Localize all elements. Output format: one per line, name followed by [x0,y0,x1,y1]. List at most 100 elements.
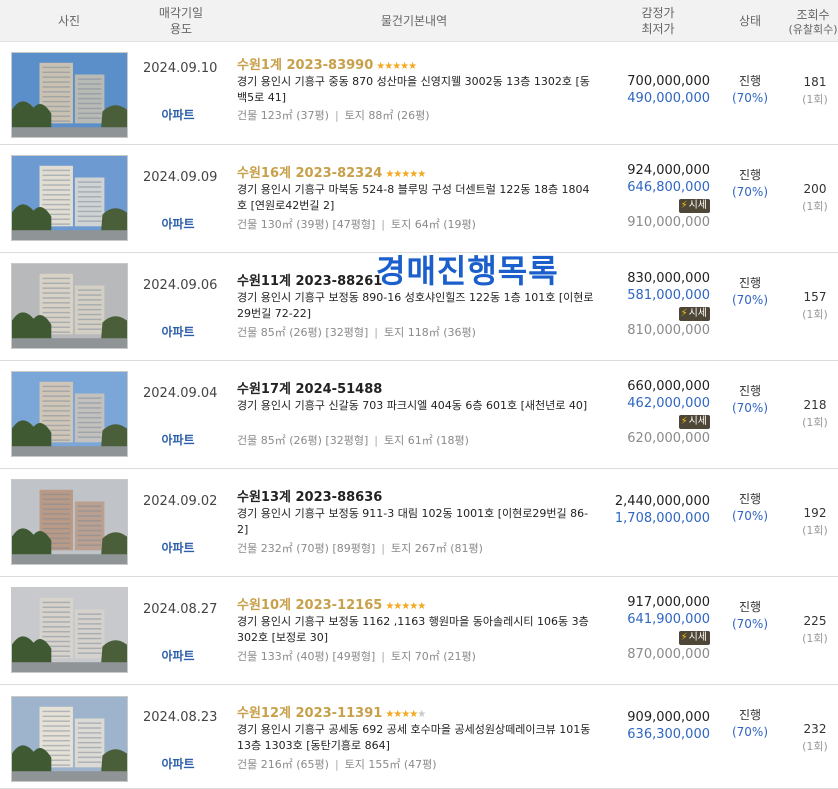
views-block: 181 (1회) [792,74,838,108]
property-photo[interactable] [11,155,128,241]
usage-link[interactable]: 아파트 [150,539,206,556]
minimum-price: 646,800,000 [627,180,710,195]
usage-link[interactable]: 아파트 [150,106,206,123]
appraisal-price: 830,000,000 [627,271,710,286]
building-area: 건물 232㎡ (70평) [89평형] [237,542,376,555]
usage-link[interactable]: 아파트 [150,647,206,664]
lightning-icon: ⚡ [680,632,688,643]
header-price[interactable]: 감정가 최저가 [604,0,712,42]
rating-stars: ★★★★★ [385,601,426,612]
market-price-badge[interactable]: ⚡시세 [678,631,710,645]
status-label: 진행 [738,168,762,182]
appraisal-price: 909,000,000 [627,710,710,725]
land-area: 토지 70㎡ (21평) [390,650,476,663]
divider: | [381,650,385,663]
status-label: 진행 [738,708,762,722]
min-ratio: (70%) [731,91,769,105]
minimum-price: 490,000,000 [627,91,710,106]
min-ratio: (70%) [731,293,769,307]
case-number[interactable]: 수원10계 2023-12165 ★★★★★ [237,598,426,614]
lightning-icon: ⚡ [680,308,688,319]
land-area: 토지 267㎡ (81평) [390,542,483,555]
land-area: 토지 118㎡ (36평) [383,326,476,339]
usage-link[interactable]: 아파트 [150,431,206,448]
min-ratio: (70%) [731,617,769,631]
listing-row[interactable]: 2024.08.23 아파트 수원12계 2023-11391 ★★★★★ 경기 용인시… [0,685,838,789]
divider: | [334,109,339,122]
market-price-badge[interactable]: ⚡시세 [678,199,710,213]
header-photo: 사진 [57,14,81,28]
rating-stars: ★★★★★ [385,709,426,720]
view-count: 200 [803,182,827,196]
property-photo[interactable] [11,479,128,565]
case-number[interactable]: 수원11계 2023-88261 [237,274,382,289]
minimum-price: 462,000,000 [627,396,710,411]
property-photo[interactable] [11,52,128,138]
area-info: 건물 232㎡ (70평) [89평형] | 토지 267㎡ (81평) [237,540,483,556]
star-icon: ★ [417,169,426,180]
property-photo[interactable] [11,371,128,457]
case-number-link[interactable]: 수원11계 2023-88261 [237,274,382,289]
status-block: 진행 (70%) [722,599,778,633]
listing-row[interactable]: 2024.09.02 아파트 수원13계 2023-88636 경기 용인시 기흥구 … [0,469,838,577]
rating-stars: ★★★★★ [376,61,417,72]
star-icon: ★ [417,601,426,612]
case-number-link[interactable]: 수원16계 2023-82324 [237,166,382,181]
usage-link[interactable]: 아파트 [150,215,206,232]
land-area: 토지 88㎡ (26평) [344,109,430,122]
fail-count: (1회) [802,524,828,537]
view-count: 218 [803,398,827,412]
view-count: 225 [803,614,827,628]
lightning-icon: ⚡ [680,200,688,211]
price-block: 2,440,000,000 1,708,000,000 [615,493,710,527]
case-number-link[interactable]: 수원13계 2023-88636 [237,490,382,505]
view-count: 192 [803,506,827,520]
case-number-link[interactable]: 수원1계 2023-83990 [237,58,373,73]
market-price-badge[interactable]: ⚡시세 [678,307,710,321]
appraisal-price: 924,000,000 [627,163,710,178]
market-price: 910,000,000 [627,215,710,230]
star-icon: ★ [408,61,417,72]
views-block: 200 (1회) [792,181,838,215]
case-number[interactable]: 수원16계 2023-82324 ★★★★★ [237,166,426,182]
header-status[interactable]: 상태 [722,0,778,42]
listing-row[interactable]: 2024.09.10 아파트 수원1계 2023-83990 ★★★★★ 경기 용인시 … [0,42,838,145]
price-block: 700,000,000 490,000,000 [627,73,710,107]
market-price-badge[interactable]: ⚡시세 [678,415,710,429]
building-area: 건물 85㎡ (26평) [32평형] [237,326,369,339]
case-number-link[interactable]: 수원17계 2024-51488 [237,382,382,397]
usage-link[interactable]: 아파트 [150,755,206,772]
status-label: 진행 [738,492,762,506]
usage-link[interactable]: 아파트 [150,323,206,340]
building-area: 건물 216㎡ (65평) [237,758,329,771]
status-block: 진행 (70%) [722,167,778,201]
divider: | [374,434,378,447]
fail-count: (1회) [802,93,828,106]
listing-row[interactable]: 2024.09.04 아파트 수원17계 2024-51488 경기 용인시 기흥구 … [0,361,838,469]
case-number-link[interactable]: 수원12계 2023-11391 [237,706,382,721]
property-photo[interactable] [11,263,128,349]
property-address: 경기 용인시 기흥구 신갈동 703 파크시엘 404동 6층 601호 [새천… [237,399,588,412]
star-icon: ★ [417,709,426,720]
building-area: 건물 123㎡ (37평) [237,109,329,122]
status-block: 진행 (70%) [722,383,778,417]
star-icon: ★ [409,601,418,612]
case-number[interactable]: 수원13계 2023-88636 [237,490,382,505]
case-number[interactable]: 수원12계 2023-11391 ★★★★★ [237,706,426,722]
property-photo[interactable] [11,587,128,673]
case-number-link[interactable]: 수원10계 2023-12165 [237,598,382,613]
header-date-usage[interactable]: 매각기일 용도 [138,0,224,42]
case-number[interactable]: 수원17계 2024-51488 [237,382,382,397]
auction-date: 2024.09.10 [143,61,218,76]
listing-row[interactable]: 2024.08.27 아파트 수원10계 2023-12165 ★★★★★ 경기 용인시… [0,577,838,685]
status-block: 진행 (70%) [722,707,778,741]
divider: | [334,758,339,771]
property-address: 경기 용인시 기흥구 마북동 524-8 블루밍 구성 더센트럴 122동 18… [237,183,590,212]
header-views[interactable]: 조회수 (유찰회수) [788,0,838,42]
case-number[interactable]: 수원1계 2023-83990 ★★★★★ [237,58,417,74]
views-block: 218 (1회) [792,397,838,431]
listing-row[interactable]: 2024.09.09 아파트 수원16계 2023-82324 ★★★★★ 경기 용인시… [0,145,838,253]
property-photo[interactable] [11,696,128,782]
price-block: 909,000,000 636,300,000 [627,709,710,743]
status-block: 진행 (70%) [722,491,778,525]
